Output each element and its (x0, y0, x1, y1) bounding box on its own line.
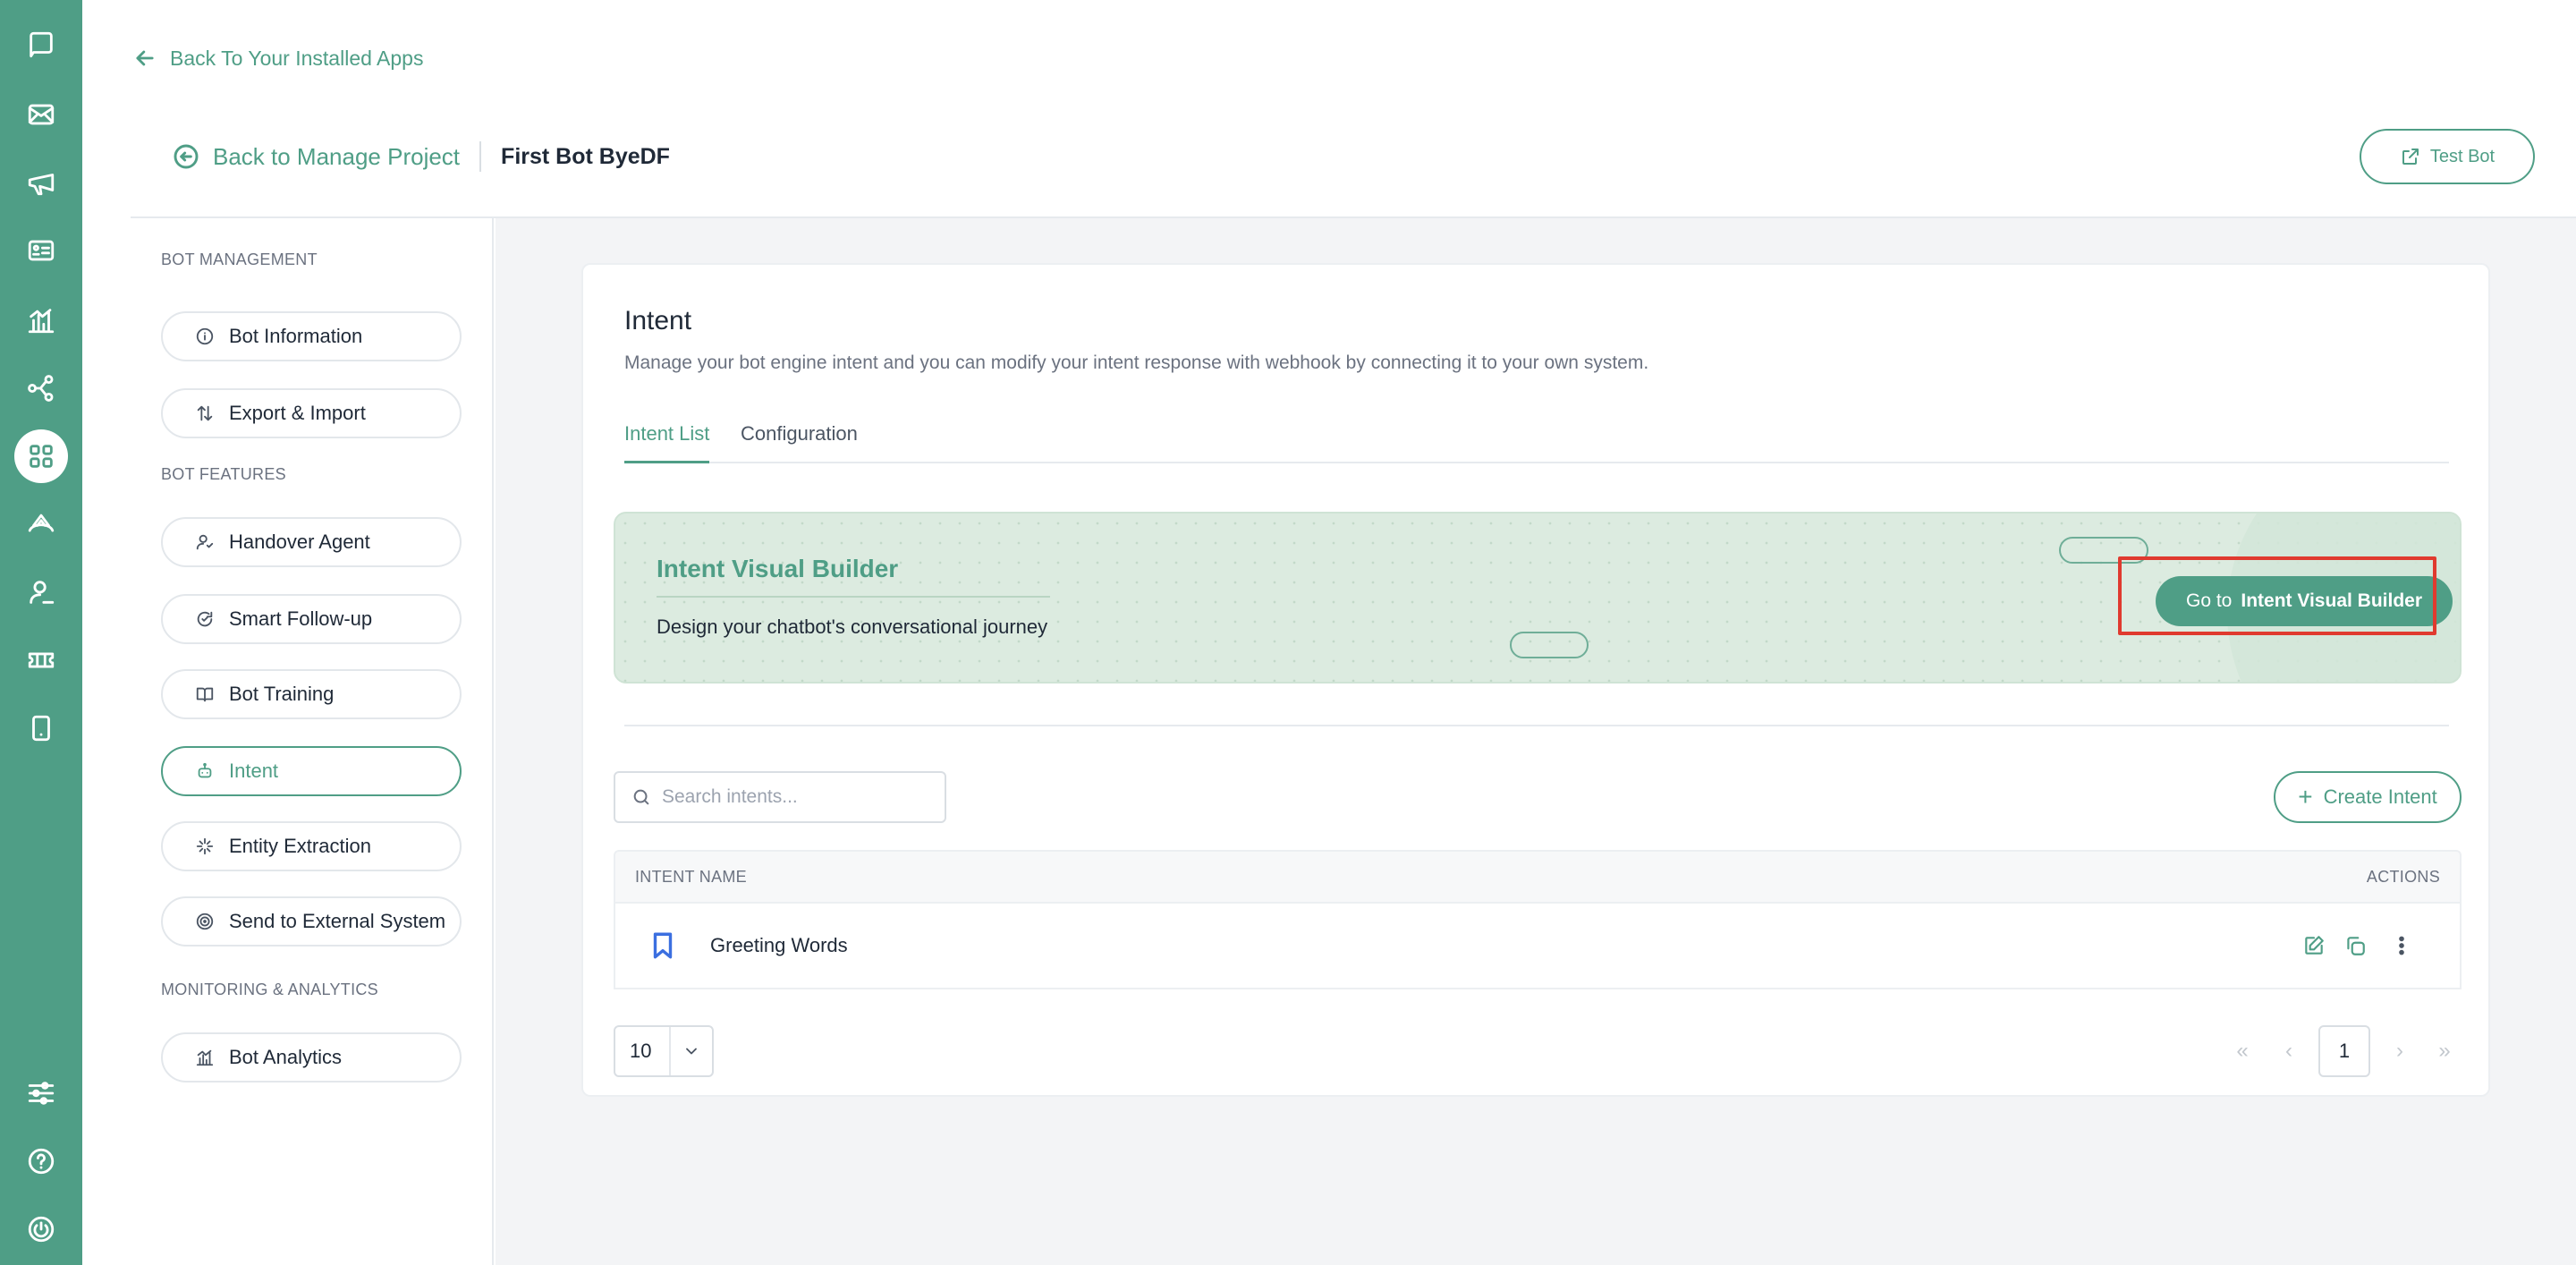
back-to-project-label: Back to Manage Project (213, 142, 461, 170)
power-icon[interactable] (20, 1208, 63, 1251)
back-to-apps-link[interactable]: Back To Your Installed Apps (132, 43, 423, 73)
breadcrumb-divider (479, 141, 482, 172)
intent-card: Intent Manage your bot engine intent and… (581, 263, 2490, 1097)
section-monitoring-analytics: MONITORING & ANALYTICS (161, 981, 378, 998)
circle-arrow-left-icon (174, 144, 199, 169)
sidebar-item-bot-training[interactable]: Bot Training (161, 669, 462, 719)
sidebar-item-label: Handover Agent (229, 531, 370, 553)
external-link-icon (2402, 149, 2419, 165)
tab-configuration[interactable]: Configuration (741, 422, 858, 463)
bot-settings-sidebar: BOT MANAGEMENT Bot Information Export & … (131, 218, 494, 1265)
create-intent-button[interactable]: + Create Intent (2274, 771, 2462, 823)
info-icon (196, 327, 214, 345)
go-to-intent-visual-builder-button[interactable]: Go to Intent Visual Builder (2156, 576, 2453, 626)
sidebar-item-label: Intent (229, 760, 279, 782)
tab-intent-list[interactable]: Intent List (624, 422, 710, 463)
column-header-intent-name: INTENT NAME (635, 868, 747, 886)
sidebar-item-handover-agent[interactable]: Handover Agent (161, 517, 462, 567)
sidebar-item-bot-analytics[interactable]: Bot Analytics (161, 1032, 462, 1082)
table-header: INTENT NAME ACTIONS (614, 850, 2462, 904)
table-row[interactable]: Greeting Words (614, 904, 2462, 989)
column-header-actions: ACTIONS (2366, 868, 2440, 886)
page-size-value: 10 (615, 1027, 671, 1075)
page-description: Manage your bot engine intent and you ca… (624, 352, 1649, 373)
analytics-icon (196, 1049, 214, 1066)
ticket-icon[interactable] (20, 639, 63, 682)
app-icon-rail (0, 0, 82, 1265)
section-divider (624, 725, 2449, 726)
broadcast-icon[interactable] (20, 503, 63, 546)
bookmark-icon (648, 930, 678, 961)
section-bot-features: BOT FEATURES (161, 465, 286, 483)
current-page-button[interactable]: 1 (2318, 1025, 2370, 1077)
entity-icon (196, 837, 214, 855)
book-icon (196, 687, 214, 702)
pagination: « ‹ 1 › » (2229, 1025, 2462, 1077)
page-title: Intent (624, 306, 692, 335)
sidebar-item-label: Bot Information (229, 325, 363, 347)
test-bot-button[interactable]: Test Bot (2360, 129, 2535, 184)
prev-page-button[interactable]: ‹ (2275, 1025, 2302, 1077)
back-to-apps-label: Back To Your Installed Apps (170, 46, 424, 70)
sidebar-item-smart-follow-up[interactable]: Smart Follow-up (161, 594, 462, 644)
export-import-icon (197, 405, 213, 421)
chat-icon[interactable] (20, 23, 63, 66)
back-to-project-link[interactable]: Back to Manage Project (172, 142, 460, 171)
apps-grid-icon[interactable] (14, 429, 68, 483)
edit-icon[interactable] (2301, 932, 2327, 959)
project-breadcrumb: Back to Manage Project First Bot ByeDF (172, 136, 670, 177)
target-icon (196, 913, 214, 930)
sidebar-item-entity-extraction[interactable]: Entity Extraction (161, 821, 462, 871)
sidebar-item-label: Bot Training (229, 683, 335, 705)
duplicate-icon[interactable] (2342, 932, 2368, 959)
first-page-button[interactable]: « (2229, 1025, 2256, 1077)
banner-subtitle: Design your chatbot's conversational jou… (657, 616, 1048, 638)
search-input[interactable] (662, 786, 930, 808)
agent-icon[interactable] (20, 571, 63, 614)
analytics-icon[interactable] (20, 299, 63, 342)
arrow-left-icon (136, 50, 154, 66)
plus-icon: + (2298, 783, 2313, 811)
help-icon[interactable] (20, 1140, 63, 1183)
sidebar-item-label: Export & Import (229, 402, 366, 424)
banner-title: Intent Visual Builder (657, 555, 899, 582)
intent-tabs: Intent List Configuration (624, 422, 2449, 463)
next-page-button[interactable]: › (2386, 1025, 2413, 1077)
more-options-icon[interactable] (2388, 932, 2415, 959)
bot-name: First Bot ByeDF (501, 143, 670, 169)
banner-divider (657, 596, 1050, 598)
sidebar-item-label: Send to External System (229, 910, 446, 932)
handover-icon (196, 534, 214, 550)
intent-table: INTENT NAME ACTIONS Greeting Words (614, 850, 2462, 989)
sidebar-item-label: Entity Extraction (229, 835, 371, 857)
settings-sliders-icon[interactable] (20, 1072, 63, 1115)
sidebar-item-bot-information[interactable]: Bot Information (161, 311, 462, 361)
section-bot-management: BOT MANAGEMENT (161, 250, 318, 268)
flow-node-decoration (2059, 537, 2148, 564)
sidebar-item-label: Smart Follow-up (229, 607, 373, 630)
chevron-down-icon (671, 1042, 712, 1060)
test-bot-label: Test Bot (2429, 146, 2496, 166)
sidebar-item-intent[interactable]: Intent (161, 746, 462, 796)
mobile-icon[interactable] (20, 707, 63, 750)
create-intent-label: Create Intent (2323, 785, 2437, 808)
sidebar-item-export-import[interactable]: Export & Import (161, 388, 462, 438)
sidebar-item-label: Bot Analytics (229, 1046, 342, 1068)
go-to-prefix: Go to (2185, 590, 2233, 611)
intent-icon (198, 762, 212, 778)
integration-icon[interactable] (20, 367, 63, 410)
go-to-target-label: Intent Visual Builder (2241, 590, 2423, 611)
follow-up-icon (197, 611, 213, 627)
contact-card-icon[interactable] (20, 229, 63, 272)
search-icon (633, 789, 649, 805)
page-size-select[interactable]: 10 (614, 1025, 714, 1077)
sidebar-item-send-to-external-system[interactable]: Send to External System (161, 896, 462, 947)
last-page-button[interactable]: » (2431, 1025, 2458, 1077)
megaphone-icon[interactable] (20, 161, 63, 204)
search-box (614, 771, 946, 823)
intent-visual-builder-banner: Intent Visual Builder Design your chatbo… (614, 512, 2462, 683)
mail-icon[interactable] (20, 93, 63, 136)
flow-node-decoration (1510, 632, 1589, 658)
intent-name[interactable]: Greeting Words (710, 934, 848, 957)
